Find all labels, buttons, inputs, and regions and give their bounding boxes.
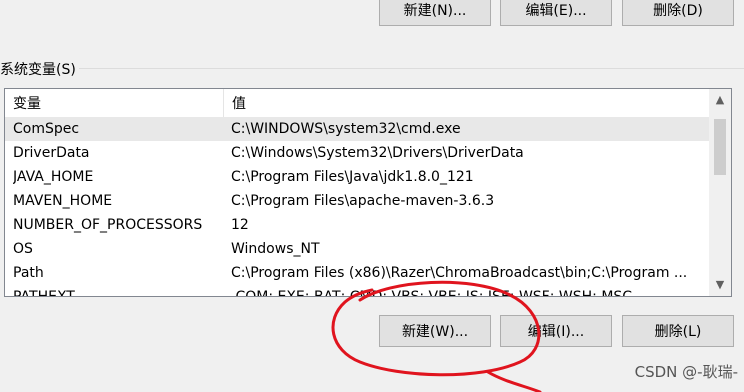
table-row[interactable]: ComSpec C:\WINDOWS\system32\cmd.exe bbox=[5, 117, 709, 141]
variable-value: Windows_NT bbox=[231, 241, 320, 257]
scrollbar-thumb[interactable] bbox=[714, 119, 726, 175]
variable-name: JAVA_HOME bbox=[13, 169, 94, 185]
table-row[interactable]: JAVA_HOME C:\Program Files\Java\jdk1.8.0… bbox=[5, 165, 709, 189]
table-row[interactable]: Path C:\Program Files (x86)\Razer\Chroma… bbox=[5, 261, 709, 285]
edit-button[interactable]: 编辑(I)... bbox=[500, 315, 612, 347]
system-variables-list[interactable]: 变量 值 ComSpec C:\WINDOWS\system32\cmd.exe… bbox=[4, 88, 732, 297]
variable-value: C:\Windows\System32\Drivers\DriverData bbox=[231, 145, 524, 161]
variable-name: DriverData bbox=[13, 145, 90, 161]
group-divider bbox=[0, 68, 744, 69]
new-button[interactable]: 新建(W)... bbox=[379, 315, 491, 347]
variable-name: Path bbox=[13, 265, 44, 281]
column-header-variable[interactable]: 变量 bbox=[5, 89, 224, 117]
variable-value: .COM;.EXE;.BAT;.CMD;.VBS;.VBE;.JS;.JSE;.… bbox=[231, 285, 709, 296]
variable-name: OS bbox=[13, 241, 33, 257]
list-header: 变量 值 bbox=[5, 89, 709, 118]
variable-name: ComSpec bbox=[13, 121, 80, 137]
scroll-down-arrow-icon[interactable]: ▼ bbox=[709, 274, 731, 296]
system-variables-label: 系统变量(S) bbox=[0, 59, 79, 79]
column-header-value[interactable]: 值 bbox=[224, 89, 704, 117]
variable-value: C:\Program Files\Java\jdk1.8.0_121 bbox=[231, 169, 474, 185]
edit-button-top[interactable]: 编辑(E)... bbox=[500, 0, 612, 26]
variable-value: C:\Program Files (x86)\Razer\ChromaBroad… bbox=[231, 265, 688, 281]
table-row[interactable]: OS Windows_NT bbox=[5, 237, 709, 261]
variable-value: C:\Program Files\apache-maven-3.6.3 bbox=[231, 193, 495, 209]
delete-button[interactable]: 删除(L) bbox=[622, 315, 734, 347]
list-rows: ComSpec C:\WINDOWS\system32\cmd.exe Driv… bbox=[5, 117, 709, 296]
table-row[interactable]: MAVEN_HOME C:\Program Files\apache-maven… bbox=[5, 189, 709, 213]
scroll-up-arrow-icon[interactable]: ▲ bbox=[709, 89, 731, 111]
variable-name: NUMBER_OF_PROCESSORS bbox=[13, 217, 203, 233]
variable-name: MAVEN_HOME bbox=[13, 193, 113, 209]
new-button-top[interactable]: 新建(N)... bbox=[379, 0, 491, 26]
table-row[interactable]: PATHEXT .COM;.EXE;.BAT;.CMD;.VBS;.VBE;.J… bbox=[5, 285, 709, 296]
table-row[interactable]: NUMBER_OF_PROCESSORS 12 bbox=[5, 213, 709, 237]
variable-value: 12 bbox=[231, 217, 249, 233]
vertical-scrollbar[interactable]: ▲ ▼ bbox=[709, 89, 731, 296]
variable-name: PATHEXT bbox=[13, 285, 218, 296]
delete-button-top[interactable]: 删除(D) bbox=[622, 0, 734, 26]
csdn-watermark: CSDN @-耿瑞- bbox=[634, 363, 738, 381]
table-row[interactable]: DriverData C:\Windows\System32\Drivers\D… bbox=[5, 141, 709, 165]
variable-value: C:\WINDOWS\system32\cmd.exe bbox=[231, 121, 461, 137]
